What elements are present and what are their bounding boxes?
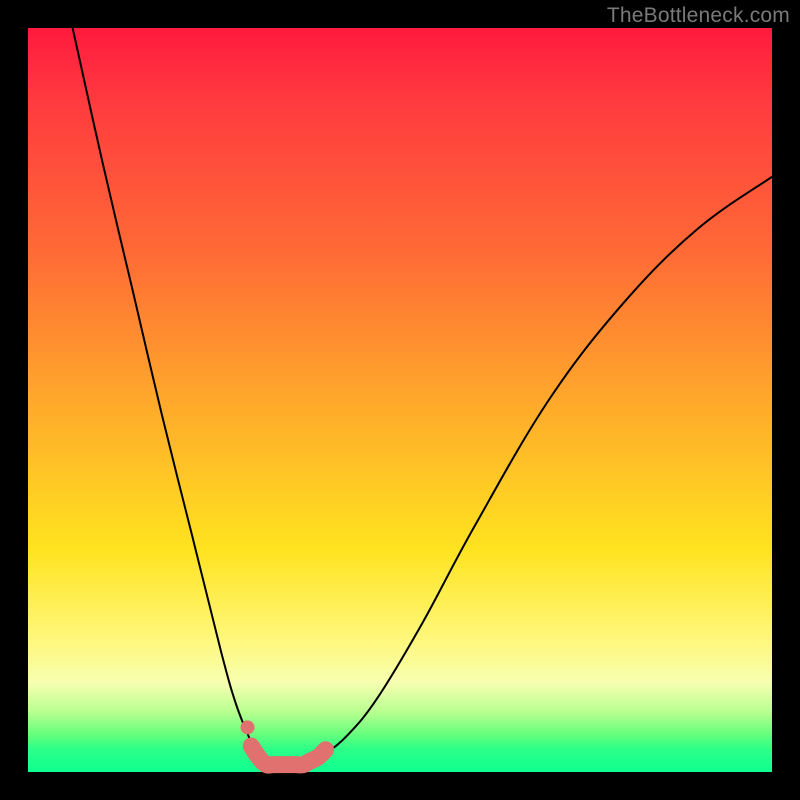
bottleneck-curve [73, 28, 772, 765]
chart-frame: TheBottleneck.com [0, 0, 800, 800]
highlight-segment [251, 746, 325, 765]
chart-plot-area [28, 28, 772, 772]
highlight-dot-icon [241, 720, 255, 734]
chart-svg [28, 28, 772, 772]
watermark-text: TheBottleneck.com [607, 4, 790, 28]
